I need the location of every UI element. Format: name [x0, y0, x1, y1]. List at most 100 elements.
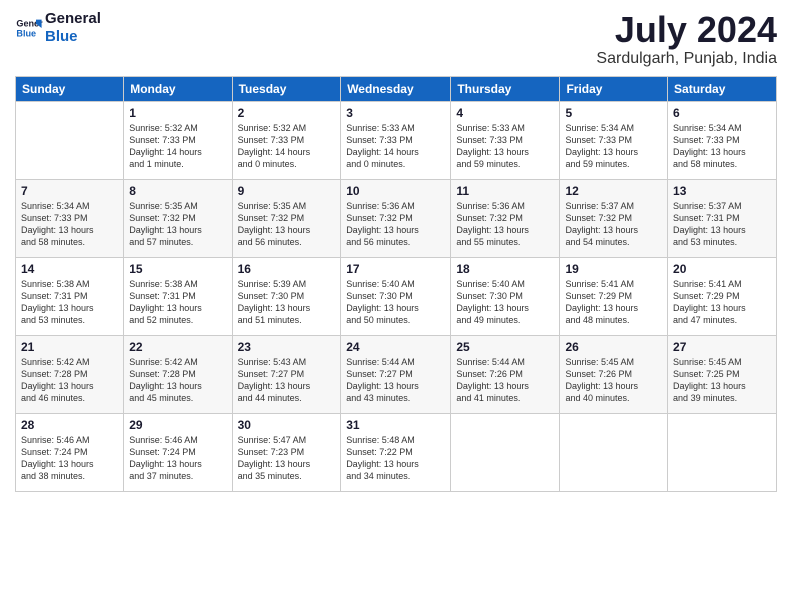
- day-cell: 27Sunrise: 5:45 AM Sunset: 7:25 PM Dayli…: [668, 335, 777, 413]
- day-cell: 26Sunrise: 5:45 AM Sunset: 7:26 PM Dayli…: [560, 335, 668, 413]
- day-number: 1: [129, 106, 226, 120]
- day-info: Sunrise: 5:46 AM Sunset: 7:24 PM Dayligh…: [129, 434, 226, 483]
- day-info: Sunrise: 5:41 AM Sunset: 7:29 PM Dayligh…: [673, 278, 771, 327]
- day-info: Sunrise: 5:38 AM Sunset: 7:31 PM Dayligh…: [129, 278, 226, 327]
- logo-icon: General Blue: [15, 14, 43, 42]
- day-number: 20: [673, 262, 771, 276]
- day-cell: 3 Sunrise: 5:33 AM Sunset: 7:33 PM Daylig…: [341, 101, 451, 179]
- week-row-4: 21 Sunrise: 5:42 AM Sunset: 7:28 PM Dayli…: [16, 335, 777, 413]
- week-row-1: 1 Sunrise: 5:32 AM Sunset: 7:33 PM Daylig…: [16, 101, 777, 179]
- day-info: Sunrise: 5:46 AM Sunset: 7:24 PM Dayligh…: [21, 434, 118, 483]
- day-number: 11: [456, 184, 554, 198]
- day-info: Sunrise: 5:34 AM Sunset: 7:33 PM Dayligh…: [565, 122, 662, 171]
- day-number: 28: [21, 418, 118, 432]
- calendar-table: Sunday Monday Tuesday Wednesday Thursday…: [15, 76, 777, 492]
- col-thursday: Thursday: [451, 76, 560, 101]
- day-cell: [451, 413, 560, 491]
- day-cell: 23Sunrise: 5:43 AM Sunset: 7:27 PM Dayli…: [232, 335, 341, 413]
- logo: General Blue General Blue: [15, 10, 101, 46]
- day-info: Sunrise: 5:47 AM Sunset: 7:23 PM Dayligh…: [238, 434, 336, 483]
- day-info: Sunrise: 5:36 AM Sunset: 7:32 PM Dayligh…: [456, 200, 554, 249]
- day-cell: 9 Sunrise: 5:35 AM Sunset: 7:32 PM Daylig…: [232, 179, 341, 257]
- day-cell: 17 Sunrise: 5:40 AM Sunset: 7:30 PM Dayli…: [341, 257, 451, 335]
- day-number: 13: [673, 184, 771, 198]
- day-number: 4: [456, 106, 554, 120]
- day-number: 18: [456, 262, 554, 276]
- day-number: 8: [129, 184, 226, 198]
- day-info: Sunrise: 5:44 AM Sunset: 7:26 PM Dayligh…: [456, 356, 554, 405]
- day-info: Sunrise: 5:43 AM Sunset: 7:27 PM Dayligh…: [238, 356, 336, 405]
- day-cell: 15Sunrise: 5:38 AM Sunset: 7:31 PM Dayli…: [124, 257, 232, 335]
- page-container: General Blue General Blue July 2024 Sard…: [0, 0, 792, 502]
- day-cell: 4 Sunrise: 5:33 AM Sunset: 7:33 PM Daylig…: [451, 101, 560, 179]
- col-saturday: Saturday: [668, 76, 777, 101]
- logo-text: General Blue: [45, 10, 101, 46]
- day-cell: 10Sunrise: 5:36 AM Sunset: 7:32 PM Dayli…: [341, 179, 451, 257]
- week-row-3: 14 Sunrise: 5:38 AM Sunset: 7:31 PM Dayli…: [16, 257, 777, 335]
- day-info: Sunrise: 5:44 AM Sunset: 7:27 PM Dayligh…: [346, 356, 445, 405]
- day-info: Sunrise: 5:35 AM Sunset: 7:32 PM Dayligh…: [238, 200, 336, 249]
- col-tuesday: Tuesday: [232, 76, 341, 101]
- header: General Blue General Blue July 2024 Sard…: [15, 10, 777, 68]
- day-cell: 6Sunrise: 5:34 AM Sunset: 7:33 PM Daylig…: [668, 101, 777, 179]
- day-number: 2: [238, 106, 336, 120]
- day-cell: 13 Sunrise: 5:37 AM Sunset: 7:31 PM Dayli…: [668, 179, 777, 257]
- day-number: 12: [565, 184, 662, 198]
- day-info: Sunrise: 5:32 AM Sunset: 7:33 PM Dayligh…: [238, 122, 336, 171]
- day-info: Sunrise: 5:40 AM Sunset: 7:30 PM Dayligh…: [456, 278, 554, 327]
- col-sunday: Sunday: [16, 76, 124, 101]
- day-number: 6: [673, 106, 771, 120]
- day-info: Sunrise: 5:33 AM Sunset: 7:33 PM Dayligh…: [346, 122, 445, 171]
- day-info: Sunrise: 5:37 AM Sunset: 7:31 PM Dayligh…: [673, 200, 771, 249]
- day-info: Sunrise: 5:35 AM Sunset: 7:32 PM Dayligh…: [129, 200, 226, 249]
- day-cell: [668, 413, 777, 491]
- day-number: 3: [346, 106, 445, 120]
- day-number: 7: [21, 184, 118, 198]
- header-row: Sunday Monday Tuesday Wednesday Thursday…: [16, 76, 777, 101]
- day-cell: 31 Sunrise: 5:48 AM Sunset: 7:22 PM Dayli…: [341, 413, 451, 491]
- day-cell: 12 Sunrise: 5:37 AM Sunset: 7:32 PM Dayli…: [560, 179, 668, 257]
- day-number: 19: [565, 262, 662, 276]
- day-number: 25: [456, 340, 554, 354]
- day-cell: 14 Sunrise: 5:38 AM Sunset: 7:31 PM Dayli…: [16, 257, 124, 335]
- day-number: 27: [673, 340, 771, 354]
- day-cell: 2 Sunrise: 5:32 AM Sunset: 7:33 PM Daylig…: [232, 101, 341, 179]
- day-number: 24: [346, 340, 445, 354]
- day-cell: 8 Sunrise: 5:35 AM Sunset: 7:32 PM Daylig…: [124, 179, 232, 257]
- day-cell: 1 Sunrise: 5:32 AM Sunset: 7:33 PM Daylig…: [124, 101, 232, 179]
- day-cell: 16 Sunrise: 5:39 AM Sunset: 7:30 PM Dayli…: [232, 257, 341, 335]
- day-info: Sunrise: 5:38 AM Sunset: 7:31 PM Dayligh…: [21, 278, 118, 327]
- day-info: Sunrise: 5:42 AM Sunset: 7:28 PM Dayligh…: [129, 356, 226, 405]
- day-number: 9: [238, 184, 336, 198]
- day-cell: 21 Sunrise: 5:42 AM Sunset: 7:28 PM Dayli…: [16, 335, 124, 413]
- day-cell: [16, 101, 124, 179]
- day-cell: 20 Sunrise: 5:41 AM Sunset: 7:29 PM Dayli…: [668, 257, 777, 335]
- day-cell: 28 Sunrise: 5:46 AM Sunset: 7:24 PM Dayli…: [16, 413, 124, 491]
- day-number: 14: [21, 262, 118, 276]
- col-monday: Monday: [124, 76, 232, 101]
- day-number: 10: [346, 184, 445, 198]
- col-wednesday: Wednesday: [341, 76, 451, 101]
- day-info: Sunrise: 5:41 AM Sunset: 7:29 PM Dayligh…: [565, 278, 662, 327]
- day-cell: 24 Sunrise: 5:44 AM Sunset: 7:27 PM Dayli…: [341, 335, 451, 413]
- day-info: Sunrise: 5:45 AM Sunset: 7:26 PM Dayligh…: [565, 356, 662, 405]
- day-cell: 30Sunrise: 5:47 AM Sunset: 7:23 PM Dayli…: [232, 413, 341, 491]
- day-number: 21: [21, 340, 118, 354]
- day-number: 16: [238, 262, 336, 276]
- day-info: Sunrise: 5:32 AM Sunset: 7:33 PM Dayligh…: [129, 122, 226, 171]
- day-cell: 11 Sunrise: 5:36 AM Sunset: 7:32 PM Dayli…: [451, 179, 560, 257]
- day-info: Sunrise: 5:40 AM Sunset: 7:30 PM Dayligh…: [346, 278, 445, 327]
- day-cell: 29Sunrise: 5:46 AM Sunset: 7:24 PM Dayli…: [124, 413, 232, 491]
- day-number: 17: [346, 262, 445, 276]
- day-cell: 19 Sunrise: 5:41 AM Sunset: 7:29 PM Dayli…: [560, 257, 668, 335]
- day-info: Sunrise: 5:37 AM Sunset: 7:32 PM Dayligh…: [565, 200, 662, 249]
- day-number: 31: [346, 418, 445, 432]
- day-info: Sunrise: 5:42 AM Sunset: 7:28 PM Dayligh…: [21, 356, 118, 405]
- day-info: Sunrise: 5:39 AM Sunset: 7:30 PM Dayligh…: [238, 278, 336, 327]
- day-cell: 22Sunrise: 5:42 AM Sunset: 7:28 PM Dayli…: [124, 335, 232, 413]
- day-info: Sunrise: 5:48 AM Sunset: 7:22 PM Dayligh…: [346, 434, 445, 483]
- col-friday: Friday: [560, 76, 668, 101]
- day-cell: 25 Sunrise: 5:44 AM Sunset: 7:26 PM Dayli…: [451, 335, 560, 413]
- svg-text:Blue: Blue: [16, 28, 36, 38]
- day-info: Sunrise: 5:33 AM Sunset: 7:33 PM Dayligh…: [456, 122, 554, 171]
